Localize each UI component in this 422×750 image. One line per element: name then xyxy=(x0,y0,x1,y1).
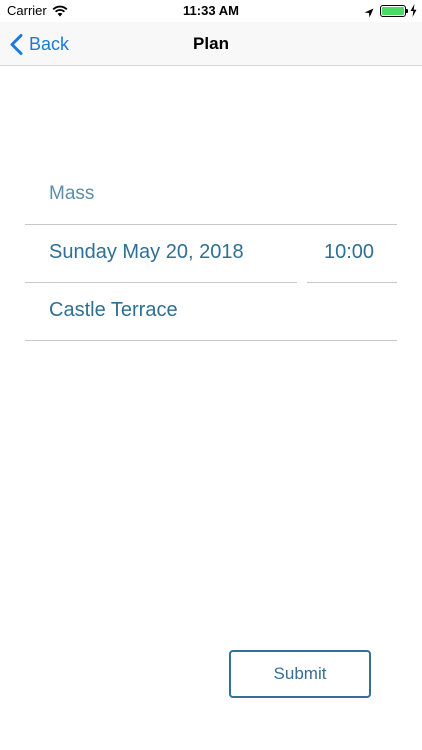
date-underline xyxy=(25,282,297,283)
divider xyxy=(25,224,397,225)
location-underline xyxy=(25,340,397,341)
battery-tip xyxy=(406,9,408,13)
date-field[interactable]: Sunday May 20, 2018 xyxy=(49,241,244,264)
charging-bolt-icon xyxy=(410,4,417,22)
navigation-bar: Back Plan xyxy=(0,22,422,66)
time-field[interactable]: 10:00 xyxy=(324,241,374,264)
battery-level-fill xyxy=(382,7,404,15)
location-arrow-icon xyxy=(364,5,374,23)
event-type-field[interactable]: Mass xyxy=(49,183,94,205)
time-underline xyxy=(307,282,397,283)
location-field[interactable]: Castle Terrace xyxy=(49,299,178,322)
clock-time: 11:33 AM xyxy=(183,3,239,18)
submit-button[interactable]: Submit xyxy=(229,650,371,698)
battery-icon xyxy=(380,5,406,17)
status-bar: Carrier 11:33 AM xyxy=(0,0,422,22)
page-title: Plan xyxy=(193,34,229,53)
